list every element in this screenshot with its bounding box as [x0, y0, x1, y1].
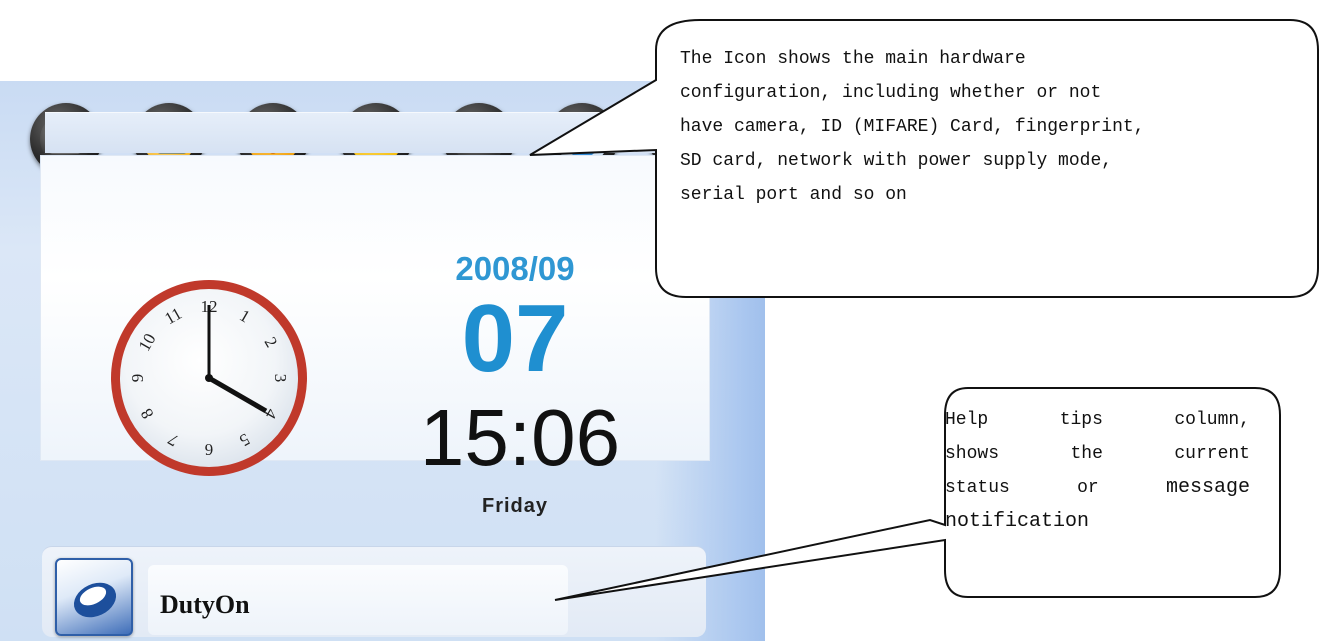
- callout-line: have camera, ID (MIFARE) Card, fingerpri…: [680, 117, 1145, 137]
- callout-word: message: [1165, 476, 1250, 499]
- callout-word: shows: [945, 444, 1000, 464]
- callout-word: current: [1174, 444, 1250, 464]
- callout-word: or: [1077, 478, 1099, 498]
- callout-line: notification: [945, 510, 1090, 533]
- callout-word: status: [945, 478, 1010, 498]
- callout-line: shows the current: [945, 437, 1250, 471]
- callout-help-text: Help tips column, shows the current stat…: [945, 403, 1250, 539]
- callout-word: Help: [945, 410, 989, 430]
- callout-word: tips: [1059, 410, 1103, 430]
- callout-word: the: [1070, 444, 1103, 464]
- callout-line: serial port and so on: [680, 185, 907, 205]
- callout-line: The Icon shows the main hardware: [680, 49, 1026, 69]
- callout-line: status or message: [945, 471, 1250, 505]
- callout-hardware-text: The Icon shows the main hardware configu…: [680, 42, 1240, 212]
- callout-line: SD card, network with power supply mode,: [680, 151, 1113, 171]
- callout-line: configuration, including whether or not: [680, 83, 1102, 103]
- callout-word: column,: [1174, 410, 1250, 430]
- callout-line: Help tips column,: [945, 403, 1250, 437]
